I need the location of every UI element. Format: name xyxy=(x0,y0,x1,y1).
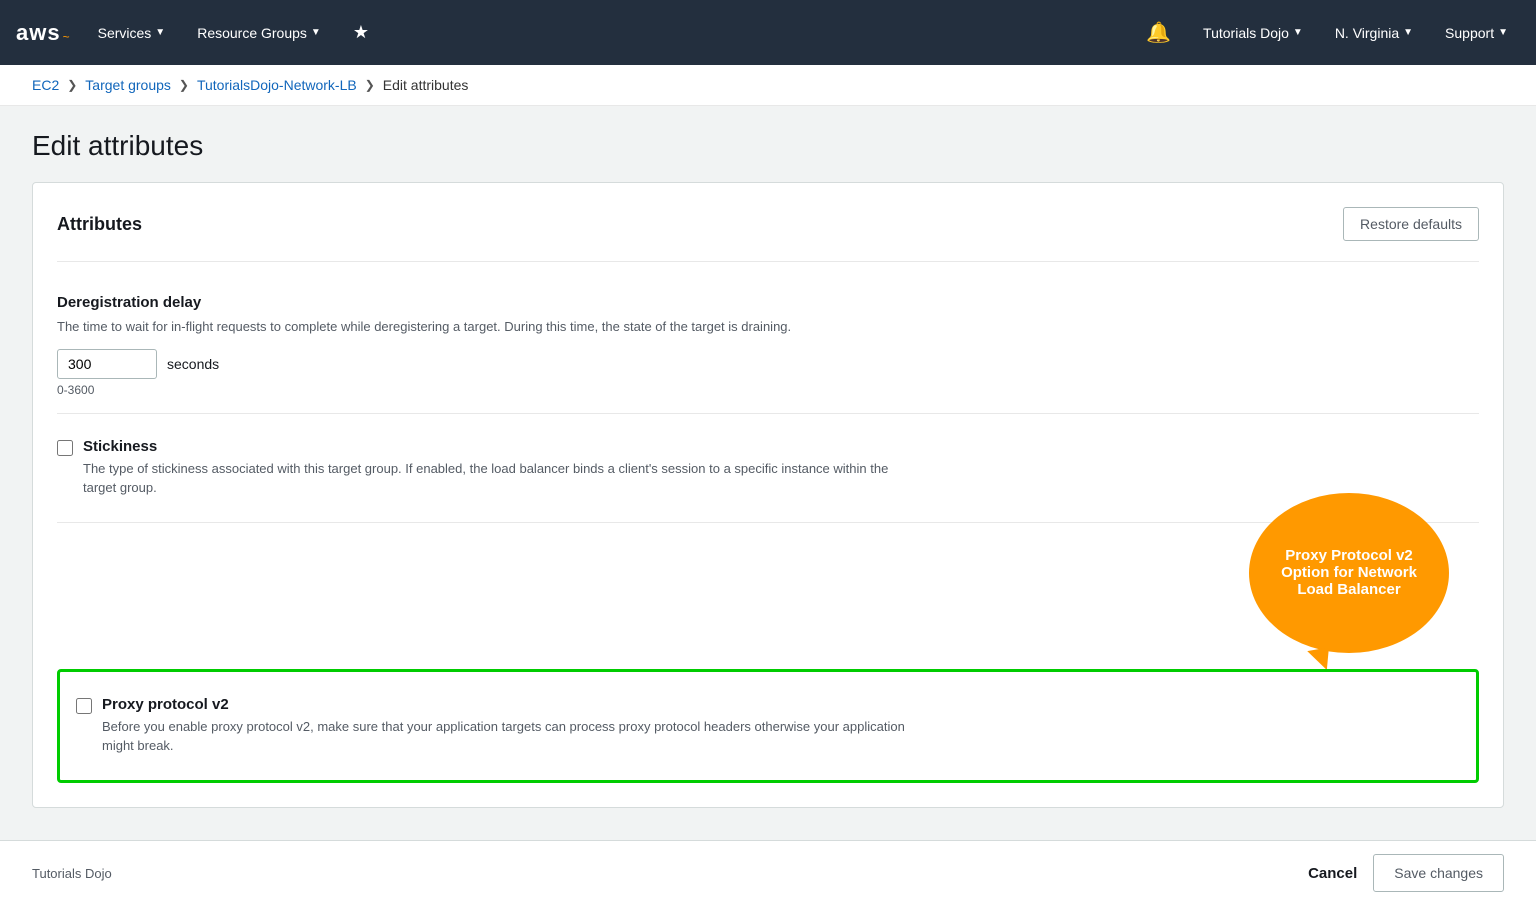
stickiness-checkbox[interactable] xyxy=(57,440,73,456)
account-chevron-icon: ▼ xyxy=(1293,27,1303,38)
deregistration-desc: The time to wait for in-flight requests … xyxy=(57,317,877,337)
resource-groups-label: Resource Groups xyxy=(197,25,307,41)
aws-logo[interactable]: aws ⁠~ xyxy=(16,20,70,46)
proxy-protocol-checkbox-col xyxy=(76,696,92,719)
region-chevron-icon: ▼ xyxy=(1403,27,1413,38)
proxy-protocol-row: Proxy protocol v2 Before you enable prox… xyxy=(76,688,1460,764)
deregistration-range: 0-3600 xyxy=(57,383,1479,397)
region-label: N. Virginia xyxy=(1335,25,1399,41)
top-nav: aws ⁠~ Services ▼ Resource Groups ▼ ★ 🔔 … xyxy=(0,0,1536,65)
callout-text: Proxy Protocol v2 Option for Network Loa… xyxy=(1273,547,1425,598)
card-header: Attributes Restore defaults xyxy=(57,207,1479,241)
support-chevron-icon: ▼ xyxy=(1498,27,1508,38)
page-title: Edit attributes xyxy=(32,130,1504,162)
proxy-protocol-checkbox[interactable] xyxy=(76,698,92,714)
save-changes-button[interactable]: Save changes xyxy=(1373,854,1504,892)
deregistration-unit: seconds xyxy=(167,356,219,372)
account-nav-item[interactable]: Tutorials Dojo ▼ xyxy=(1191,17,1315,49)
footer: Tutorials Dojo Cancel Save changes xyxy=(0,840,1536,905)
proxy-protocol-label-col: Proxy protocol v2 Before you enable prox… xyxy=(102,696,922,756)
resource-groups-chevron-icon: ▼ xyxy=(311,27,321,38)
breadcrumb-sep-2: ❯ xyxy=(179,78,189,92)
support-nav-item[interactable]: Support ▼ xyxy=(1433,17,1520,49)
breadcrumb-sep-1: ❯ xyxy=(67,78,77,92)
stickiness-row: Stickiness The type of stickiness associ… xyxy=(57,430,1479,506)
breadcrumb-ec2[interactable]: EC2 xyxy=(32,77,59,93)
breadcrumb-lb[interactable]: TutorialsDojo-Network-LB xyxy=(197,77,357,93)
support-label: Support xyxy=(1445,25,1494,41)
deregistration-title: Deregistration delay xyxy=(57,294,1479,311)
footer-actions: Cancel Save changes xyxy=(1308,854,1504,892)
region-nav-item[interactable]: N. Virginia ▼ xyxy=(1323,17,1425,49)
services-label: Services xyxy=(98,25,152,41)
breadcrumb-current: Edit attributes xyxy=(383,77,469,93)
deregistration-section: Deregistration delay The time to wait fo… xyxy=(57,278,1479,414)
notifications-bell-icon[interactable]: 🔔 xyxy=(1134,12,1183,53)
starred-services-icon[interactable]: ★ xyxy=(341,14,381,51)
cancel-button[interactable]: Cancel xyxy=(1308,865,1357,882)
attributes-card: Attributes Restore defaults Deregistrati… xyxy=(32,182,1504,808)
breadcrumb-sep-3: ❯ xyxy=(365,78,375,92)
resource-groups-nav-item[interactable]: Resource Groups ▼ xyxy=(185,17,333,49)
proxy-protocol-title: Proxy protocol v2 xyxy=(102,696,922,713)
stickiness-desc: The type of stickiness associated with t… xyxy=(83,459,903,498)
breadcrumb-target-groups[interactable]: Target groups xyxy=(85,77,171,93)
account-label: Tutorials Dojo xyxy=(1203,25,1289,41)
breadcrumb: EC2 ❯ Target groups ❯ TutorialsDojo-Netw… xyxy=(0,65,1536,106)
proxy-protocol-desc: Before you enable proxy protocol v2, mak… xyxy=(102,717,922,756)
deregistration-input-row: seconds xyxy=(57,349,1479,379)
services-nav-item[interactable]: Services ▼ xyxy=(86,17,178,49)
stickiness-checkbox-col xyxy=(57,438,73,461)
stickiness-label-col: Stickiness The type of stickiness associ… xyxy=(83,438,903,498)
stickiness-section: Stickiness The type of stickiness associ… xyxy=(57,414,1479,523)
stickiness-title: Stickiness xyxy=(83,438,903,455)
proxy-protocol-section: Proxy protocol v2 Before you enable prox… xyxy=(57,669,1479,783)
header-divider xyxy=(57,261,1479,262)
main-content: Edit attributes Attributes Restore defau… xyxy=(0,106,1536,888)
services-chevron-icon: ▼ xyxy=(155,27,165,38)
deregistration-input[interactable] xyxy=(57,349,157,379)
card-title: Attributes xyxy=(57,214,142,235)
footer-brand: Tutorials Dojo xyxy=(32,866,112,881)
restore-defaults-button[interactable]: Restore defaults xyxy=(1343,207,1479,241)
